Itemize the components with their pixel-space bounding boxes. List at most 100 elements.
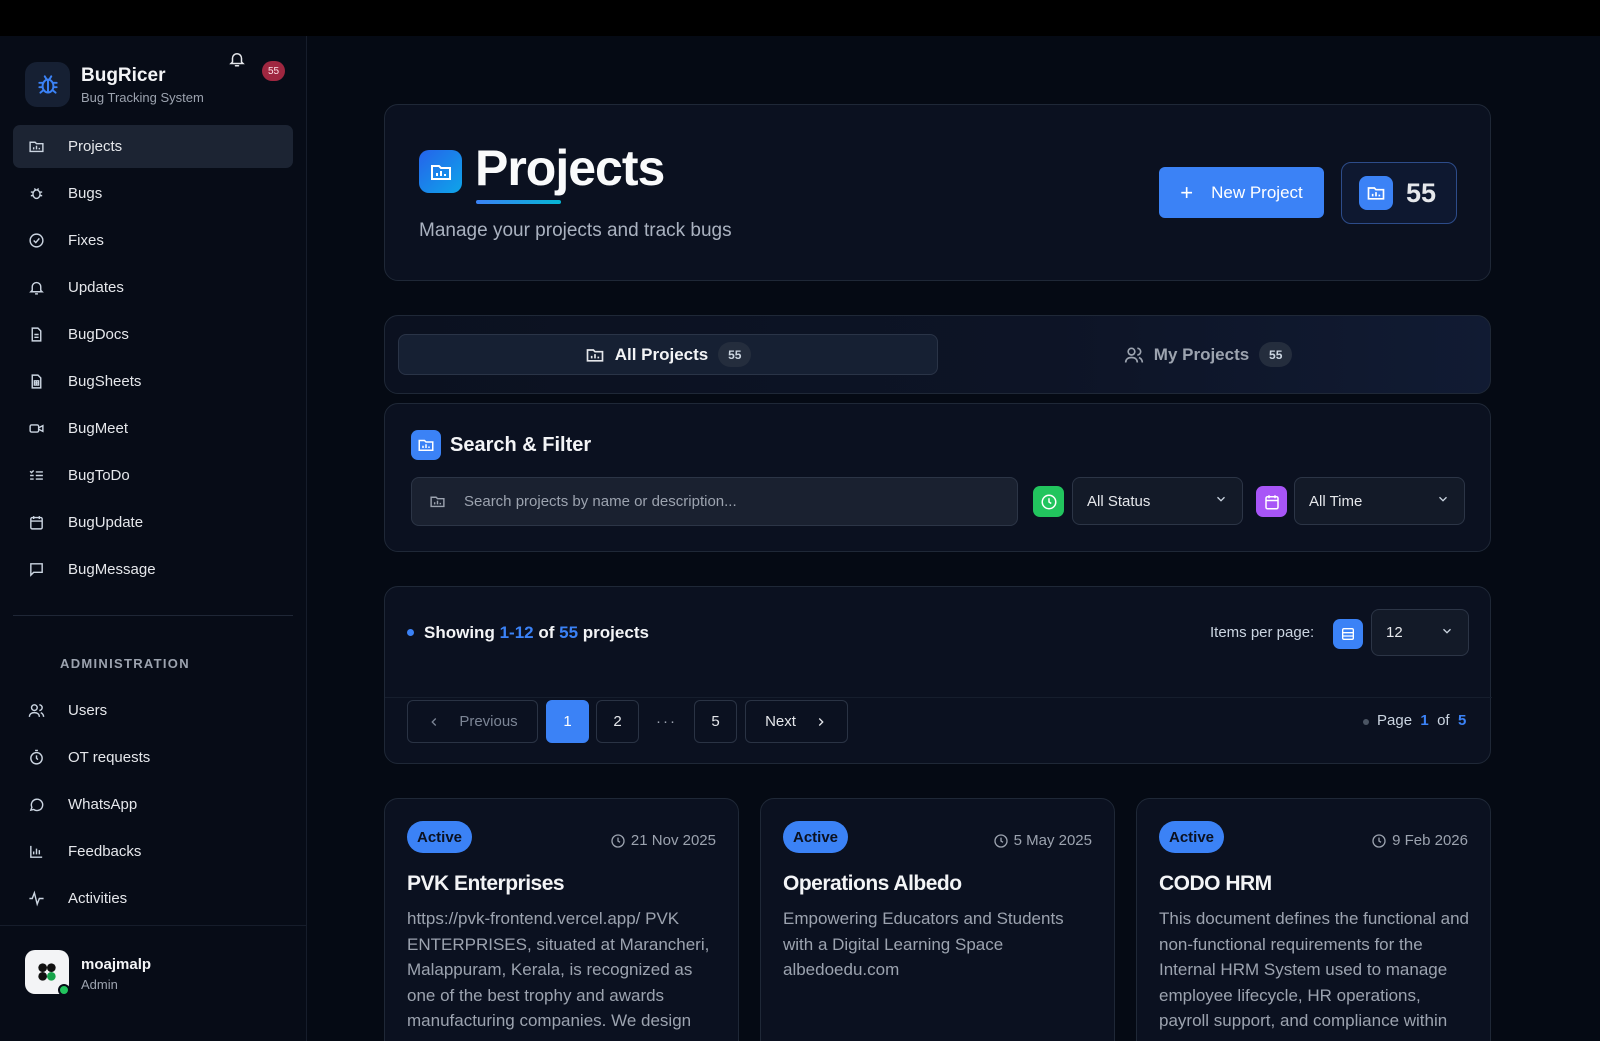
users-icon xyxy=(27,702,45,720)
filter-title: Search & Filter xyxy=(450,434,592,456)
list-icon xyxy=(1333,619,1363,649)
chevron-down-icon xyxy=(1214,492,1228,510)
main-nav: Projects Bugs Fixes Updates BugDocs BugS… xyxy=(13,125,293,595)
project-tabs: All Projects 55 My Projects 55 xyxy=(384,315,1491,394)
sidebar-item-label: BugDocs xyxy=(68,326,129,343)
user-profile[interactable]: moajmalp Admin xyxy=(0,925,306,1041)
project-date-text: 5 May 2025 xyxy=(1013,832,1092,849)
tab-my-projects[interactable]: My Projects 55 xyxy=(938,334,1478,375)
project-date: 9 Feb 2026 xyxy=(1371,832,1468,849)
timer-icon xyxy=(27,749,45,767)
time-select[interactable]: All Time xyxy=(1294,477,1465,525)
chevron-right-icon xyxy=(814,715,828,729)
sidebar-item-label: OT requests xyxy=(68,749,151,766)
chevron-down-icon xyxy=(1440,624,1454,642)
tab-label: All Projects xyxy=(614,344,709,364)
next-label: Next xyxy=(765,713,796,730)
items-per-page-label: Items per page: xyxy=(1210,624,1315,641)
sidebar-item-label: Bugs xyxy=(68,185,103,202)
sidebar-item-updates[interactable]: Updates xyxy=(13,266,293,309)
sidebar-item-label: BugMessage xyxy=(68,561,156,578)
project-description: https://pvk-frontend.vercel.app/ PVK ENT… xyxy=(407,909,710,1031)
clock-icon xyxy=(993,833,1009,849)
tab-all-projects[interactable]: All Projects 55 xyxy=(398,334,938,375)
sidebar-item-activities[interactable]: Activities xyxy=(13,877,293,920)
activity-icon xyxy=(27,890,45,908)
project-count: 55 xyxy=(1406,177,1437,208)
pagination-card: Showing 1-12 of 55 projects Items per pa… xyxy=(384,586,1492,764)
project-date-text: 21 Nov 2025 xyxy=(630,832,716,849)
sidebar-item-bugupdate[interactable]: BugUpdate xyxy=(13,501,293,544)
project-description: Empowering Educators and Students with a… xyxy=(783,909,1064,980)
bug-icon xyxy=(27,185,45,203)
total-pages: 5 xyxy=(1457,712,1467,729)
plus-icon: + xyxy=(1180,179,1194,205)
bug-logo-icon[interactable] xyxy=(25,62,70,107)
page-of: of xyxy=(1437,712,1450,729)
items-per-page-value: 12 xyxy=(1386,624,1403,641)
range-end: 12 xyxy=(514,623,534,642)
status-select[interactable]: All Status xyxy=(1072,477,1243,525)
folder-chart-icon xyxy=(419,150,462,193)
page-button-5[interactable]: 5 xyxy=(694,700,737,743)
project-title[interactable]: CODO HRM xyxy=(1159,872,1272,896)
project-card[interactable]: Active 21 Nov 2025 PVK Enterprises https… xyxy=(384,798,739,1041)
project-card[interactable]: Active 5 May 2025 Operations Albedo Empo… xyxy=(760,798,1115,1041)
next-page-button[interactable]: Next xyxy=(745,700,848,743)
status-select-value: All Status xyxy=(1087,492,1151,510)
page-info: Page 1 of 5 xyxy=(1377,712,1466,729)
projects-header-card: Projects Manage your projects and track … xyxy=(384,104,1491,281)
admin-nav: Users OT requests WhatsApp Feedbacks Act… xyxy=(13,689,293,924)
project-card[interactable]: Active 9 Feb 2026 CODO HRM This document… xyxy=(1136,798,1491,1041)
sidebar-item-feedbacks[interactable]: Feedbacks xyxy=(13,830,293,873)
folder-chart-icon xyxy=(585,345,605,365)
sidebar: BugRicer Bug Tracking System 55 Projects… xyxy=(0,36,307,1041)
notifications-bell-icon[interactable] xyxy=(226,48,248,70)
search-input[interactable] xyxy=(464,493,984,510)
sidebar-item-users[interactable]: Users xyxy=(13,689,293,732)
sidebar-item-bugmessage[interactable]: BugMessage xyxy=(13,548,293,591)
project-title[interactable]: Operations Albedo xyxy=(783,872,962,896)
sidebar-item-whatsapp[interactable]: WhatsApp xyxy=(13,783,293,826)
status-badge: Active xyxy=(783,821,849,853)
time-select-value: All Time xyxy=(1309,492,1363,510)
sidebar-item-ot-requests[interactable]: OT requests xyxy=(13,736,293,779)
items-per-page-select[interactable]: 12 xyxy=(1371,609,1469,656)
brand: BugRicer Bug Tracking System xyxy=(25,62,295,108)
sidebar-item-bugdocs[interactable]: BugDocs xyxy=(13,313,293,356)
bar-chart-icon xyxy=(27,843,45,861)
new-project-button[interactable]: + New Project xyxy=(1159,167,1324,218)
clock-icon xyxy=(610,833,626,849)
project-count-box: 55 xyxy=(1341,162,1457,224)
clock-icon xyxy=(1033,486,1064,517)
status-dot xyxy=(407,629,414,636)
page-button-2[interactable]: 2 xyxy=(596,700,639,743)
folder-chart-icon xyxy=(1359,176,1393,210)
pagination-divider xyxy=(385,697,1492,698)
search-field[interactable] xyxy=(411,477,1018,526)
sidebar-item-bugmeet[interactable]: BugMeet xyxy=(13,407,293,450)
search-filter-card: Search & Filter All Status All Time xyxy=(384,403,1491,552)
pagination-ellipsis: ··· xyxy=(656,713,677,730)
bell-icon xyxy=(27,279,45,297)
page-button-1[interactable]: 1 xyxy=(546,700,589,743)
project-title[interactable]: PVK Enterprises xyxy=(407,872,565,896)
list-check-icon xyxy=(27,467,45,485)
showing-prefix: Showing xyxy=(424,623,495,642)
user-name: moajmalp xyxy=(81,956,152,973)
page-info-dot xyxy=(1363,719,1369,725)
page-label: Page xyxy=(1377,712,1413,729)
new-project-label: New Project xyxy=(1211,182,1303,202)
sidebar-item-bugsheets[interactable]: BugSheets xyxy=(13,360,293,403)
users-icon xyxy=(1124,345,1144,365)
previous-page-button[interactable]: Previous xyxy=(407,700,538,743)
sidebar-item-projects[interactable]: Projects xyxy=(13,125,293,168)
sidebar-item-label: Projects xyxy=(68,138,123,155)
sidebar-item-bugtodo[interactable]: BugToDo xyxy=(13,454,293,497)
chevron-left-icon xyxy=(427,715,441,729)
sidebar-item-fixes[interactable]: Fixes xyxy=(13,219,293,262)
sidebar-item-bugs[interactable]: Bugs xyxy=(13,172,293,215)
showing-summary: Showing 1-12 of 55 projects xyxy=(424,623,649,643)
project-date: 5 May 2025 xyxy=(993,832,1092,849)
sidebar-item-label: BugMeet xyxy=(68,420,129,437)
